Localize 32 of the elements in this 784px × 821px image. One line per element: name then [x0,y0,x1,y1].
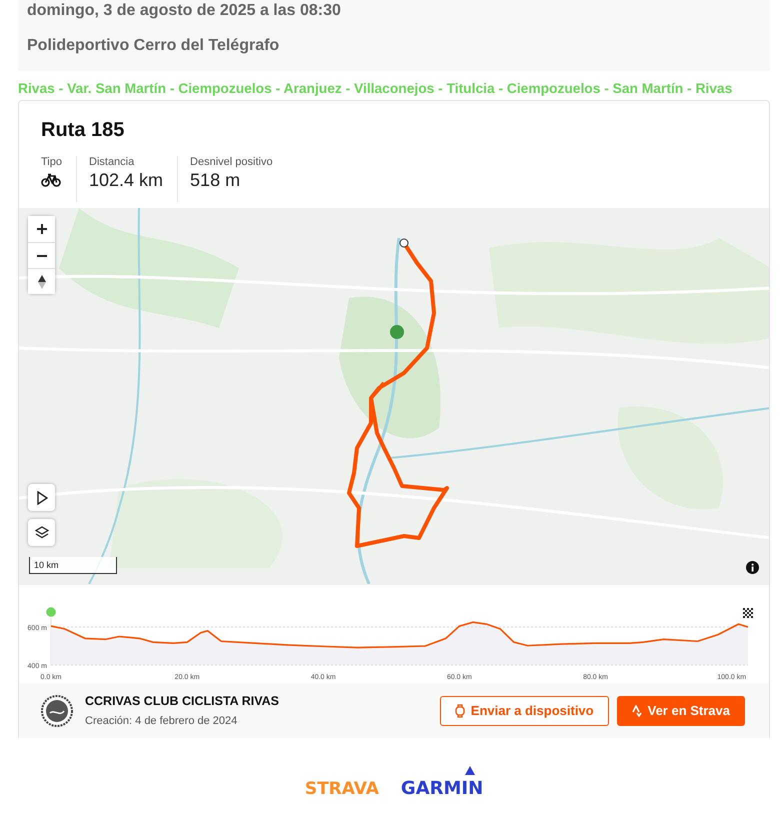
map-scale: 10 km [29,557,117,574]
zoom-in-button[interactable] [28,216,55,242]
route-title: Ruta 185 [40,118,126,142]
layers-icon [34,526,48,540]
finish-flag-icon [743,608,753,618]
creation-date: Creación: 4 de febrero de 2024 [85,715,238,727]
zoom-out-button[interactable] [28,242,55,268]
stat-label: Tipo [41,156,62,168]
strava-logo: STRAVA [304,779,379,799]
strava-button[interactable]: Ver en Strava [616,696,745,726]
compass-button[interactable] [28,268,55,294]
event-location: Polideportivo Cerro del Telégrafo [27,37,280,55]
garmin-logo: GARMIN [400,766,484,799]
bicycle-icon [41,173,61,187]
event-date: domingo, 3 de agosto de 2025 a las 08:30 [27,2,342,20]
owner-name: CCRIVAS CLUB CICLISTA RIVAS [85,694,280,708]
stat-label: Desnivel positivo [190,156,273,168]
route-description: Rivas - Var. San Martín - Ciempozuelos - Aranjuez - Villaconejos - Titulcia - Ciempozuelos - San Martín - Rivas [18,81,732,97]
layers-button[interactable] [28,519,55,546]
info-icon[interactable] [746,561,759,574]
club-logo-icon [41,694,73,726]
send-to-device-button[interactable]: Enviar a dispositivo [440,696,609,726]
start-marker-icon [44,606,58,618]
plus-icon [36,223,48,235]
watch-icon [454,704,465,718]
stat-value: 518 m [190,170,242,191]
play-button[interactable] [28,484,55,511]
stat-value: 102.4 km [89,170,164,191]
stat-label: Distancia [89,156,136,168]
strava-icon [632,704,642,716]
compass-icon [38,274,46,288]
play-icon [36,490,48,504]
